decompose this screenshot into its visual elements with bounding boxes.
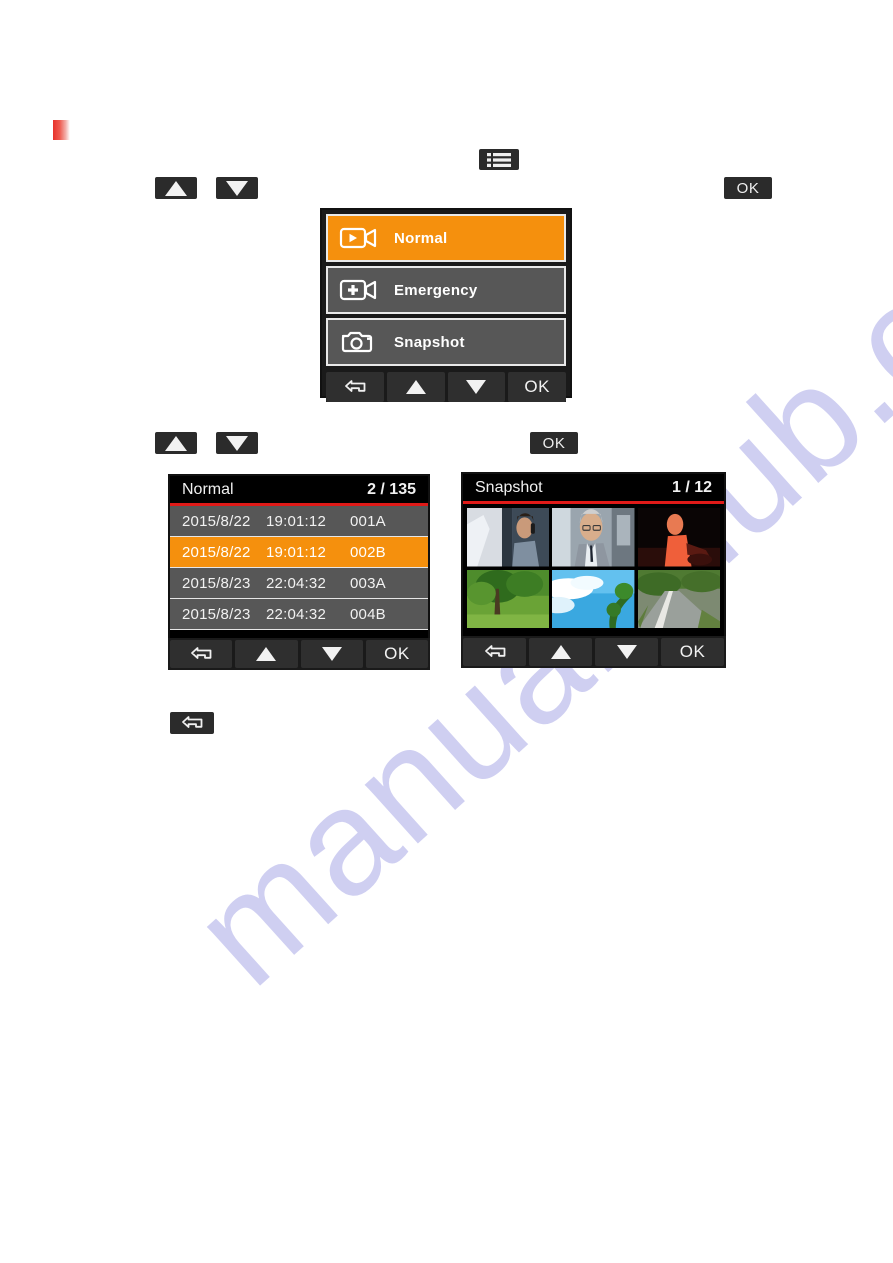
mode-menu-softkey-bar: OK bbox=[326, 370, 566, 402]
triangle-down-icon bbox=[226, 435, 248, 451]
softkey-back[interactable] bbox=[463, 638, 526, 666]
triangle-up-icon bbox=[550, 645, 571, 659]
list-menu-icon bbox=[487, 152, 511, 167]
table-row[interactable]: 2015/8/23 22:04:32 004B bbox=[170, 599, 428, 630]
hw-down-key-1[interactable] bbox=[216, 177, 258, 199]
triangle-down-icon bbox=[321, 647, 342, 661]
table-row[interactable]: 2015/8/22 19:01:12 001A bbox=[170, 506, 428, 537]
thumb-country-road[interactable] bbox=[637, 569, 720, 628]
triangle-up-icon bbox=[256, 647, 277, 661]
softkey-down[interactable] bbox=[595, 638, 658, 666]
triangle-down-icon bbox=[616, 645, 637, 659]
softkey-ok[interactable]: OK bbox=[365, 640, 428, 668]
softkey-down[interactable] bbox=[447, 372, 506, 402]
softkey-up[interactable] bbox=[386, 372, 445, 402]
mode-item-snapshot[interactable]: Snapshot bbox=[326, 318, 566, 366]
triangle-down-icon bbox=[466, 380, 487, 394]
mode-item-emergency[interactable]: Emergency bbox=[326, 266, 566, 314]
file-list-title: Normal bbox=[182, 480, 234, 498]
softkey-ok[interactable]: OK bbox=[661, 638, 724, 666]
softkey-ok-label: OK bbox=[384, 644, 410, 663]
softkey-ok-label: OK bbox=[679, 642, 706, 661]
row-time: 19:01:12 bbox=[266, 512, 326, 530]
row-id: 003A bbox=[350, 574, 386, 592]
back-arrow-icon bbox=[191, 647, 212, 659]
photo-camera-icon bbox=[336, 329, 382, 355]
hw-ok-key-1-label: OK bbox=[736, 179, 760, 197]
file-list-softkey-bar: OK bbox=[168, 638, 430, 670]
row-date: 2015/8/23 bbox=[182, 574, 251, 592]
mode-menu-screen: Normal Emergency Snapshot OK bbox=[320, 208, 572, 402]
softkey-down[interactable] bbox=[300, 640, 363, 668]
triangle-down-icon bbox=[226, 180, 248, 196]
hw-ok-key-2[interactable]: OK bbox=[530, 432, 578, 454]
hw-up-key-2[interactable] bbox=[155, 432, 197, 454]
back-arrow-icon bbox=[182, 716, 203, 728]
row-date: 2015/8/22 bbox=[182, 512, 251, 530]
thumb-green-tree[interactable] bbox=[467, 569, 550, 628]
table-row[interactable]: 2015/8/22 19:01:12 002B bbox=[170, 537, 428, 568]
table-row[interactable]: 2015/8/23 22:04:32 003A bbox=[170, 568, 428, 599]
row-id: 004B bbox=[350, 605, 386, 623]
file-list-header: Normal 2 / 135 bbox=[170, 476, 428, 506]
back-arrow-icon bbox=[484, 645, 505, 657]
snapshot-title: Snapshot bbox=[475, 478, 543, 496]
hw-ok-key-1[interactable]: OK bbox=[724, 177, 772, 199]
thumb-older-man-in-car[interactable] bbox=[552, 508, 635, 567]
video-plus-icon bbox=[336, 277, 382, 303]
row-time: 22:04:32 bbox=[266, 574, 326, 592]
mode-item-emergency-label: Emergency bbox=[394, 281, 478, 299]
softkey-back[interactable] bbox=[326, 372, 384, 402]
mode-item-normal[interactable]: Normal bbox=[326, 214, 566, 262]
triangle-up-icon bbox=[165, 180, 187, 196]
snapshot-softkey-bar: OK bbox=[461, 636, 726, 668]
row-id: 001A bbox=[350, 512, 386, 530]
thumb-man-phone-in-car[interactable] bbox=[467, 508, 550, 567]
row-date: 2015/8/22 bbox=[182, 543, 251, 561]
softkey-up[interactable] bbox=[529, 638, 592, 666]
softkey-up[interactable] bbox=[235, 640, 298, 668]
triangle-up-icon bbox=[165, 435, 187, 451]
triangle-up-icon bbox=[405, 380, 426, 394]
mode-item-snapshot-label: Snapshot bbox=[394, 333, 465, 351]
hw-menu-key[interactable] bbox=[479, 149, 519, 170]
thumb-blue-sky-clouds[interactable] bbox=[552, 569, 635, 628]
hw-up-key-1[interactable] bbox=[155, 177, 197, 199]
file-list-counter: 2 / 135 bbox=[367, 480, 416, 498]
softkey-ok-label: OK bbox=[524, 377, 550, 396]
hw-back-key[interactable] bbox=[170, 712, 214, 734]
snapshot-header: Snapshot 1 / 12 bbox=[463, 474, 724, 504]
hw-ok-key-2-label: OK bbox=[542, 434, 566, 452]
mode-item-normal-label: Normal bbox=[394, 229, 448, 247]
row-time: 22:04:32 bbox=[266, 605, 326, 623]
thumb-night-driver[interactable] bbox=[637, 508, 720, 567]
row-id: 002B bbox=[350, 543, 386, 561]
snapshot-counter: 1 / 12 bbox=[671, 478, 712, 496]
softkey-back[interactable] bbox=[170, 640, 233, 668]
video-play-icon bbox=[336, 225, 382, 251]
hw-down-key-2[interactable] bbox=[216, 432, 258, 454]
row-time: 19:01:12 bbox=[266, 543, 326, 561]
red-gradient-marker bbox=[53, 120, 70, 140]
back-arrow-icon bbox=[344, 380, 366, 392]
snapshot-thumbnail-grid bbox=[463, 504, 724, 632]
row-date: 2015/8/23 bbox=[182, 605, 251, 623]
softkey-ok[interactable]: OK bbox=[508, 372, 566, 402]
